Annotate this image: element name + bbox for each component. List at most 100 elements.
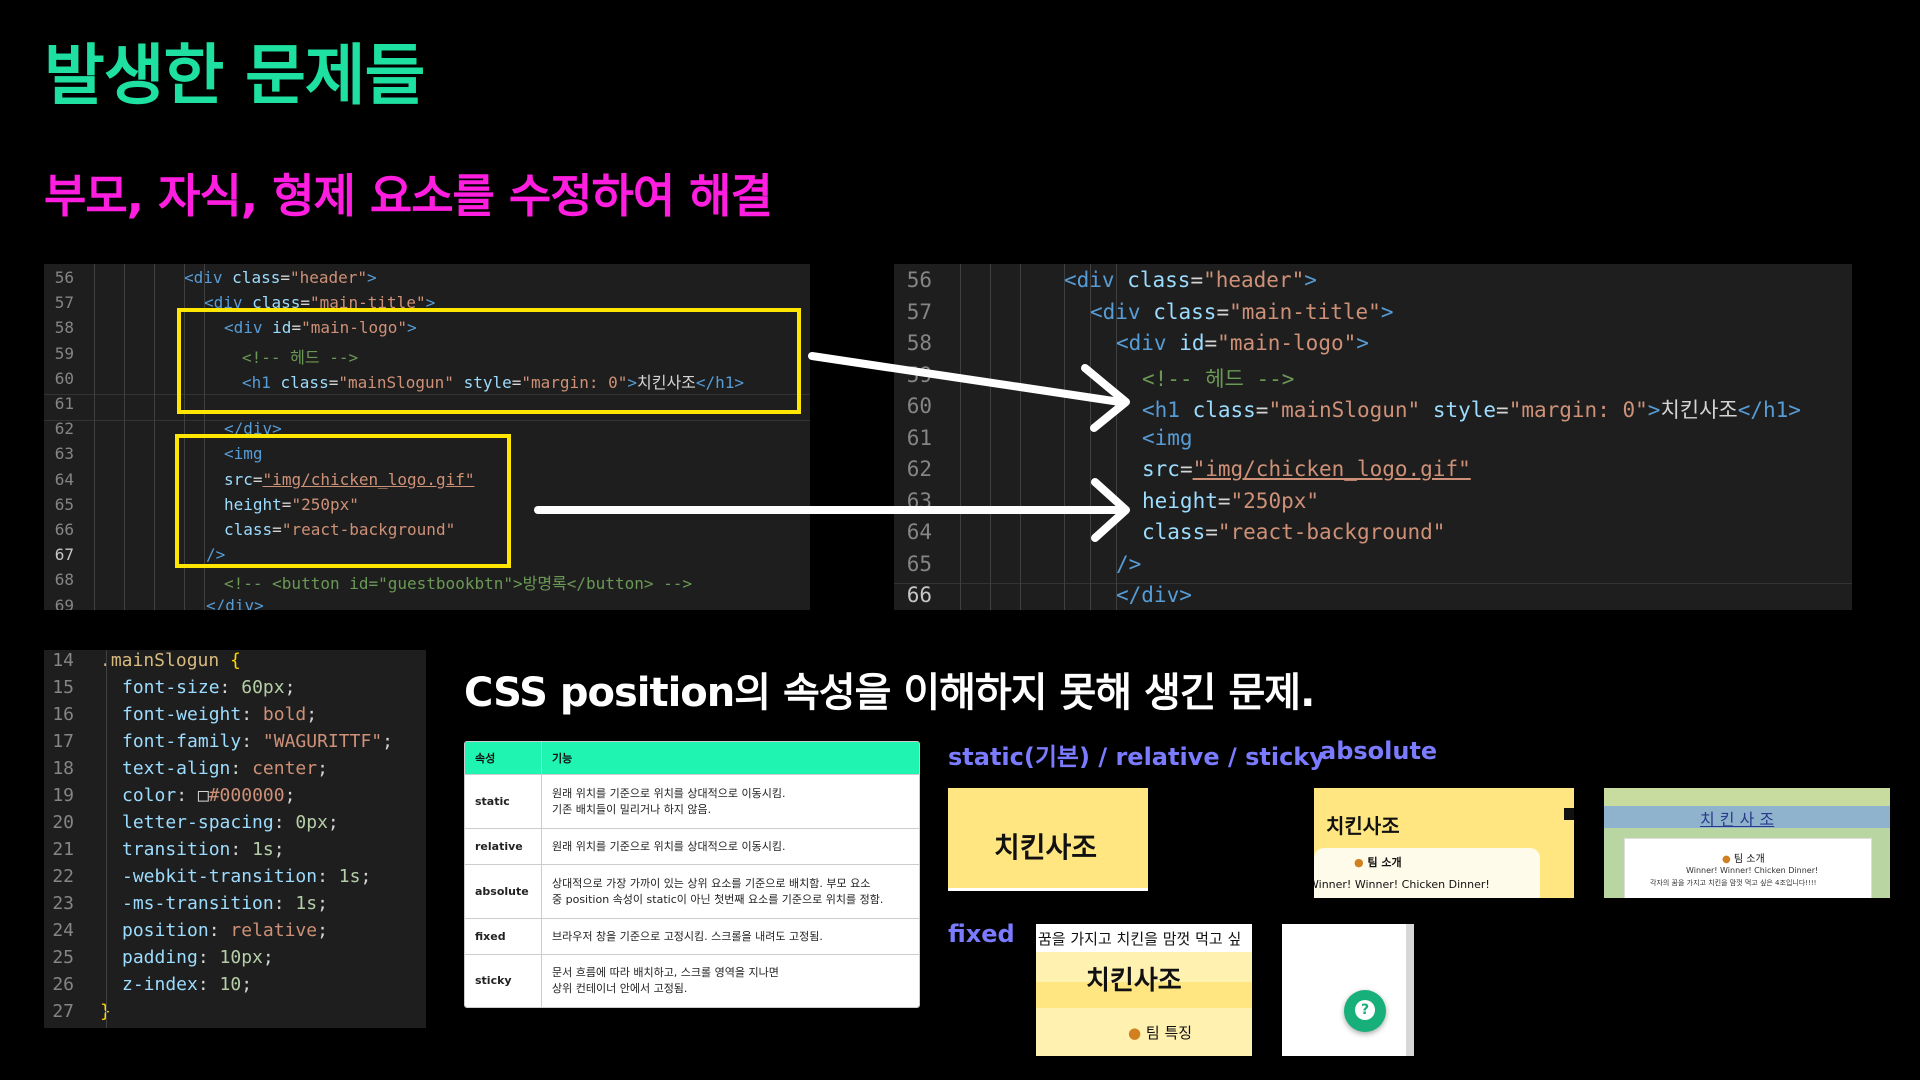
code-token: #000000: [208, 785, 285, 806]
line-number: 14: [52, 650, 74, 671]
line-number: 17: [52, 731, 74, 752]
abs1-black-square: [1564, 808, 1574, 820]
fixed-team-text: 팀 특징: [1145, 1024, 1193, 1042]
fixed-marquee: 꿈을 가지고 치킨을 맘껏 먹고 싶: [1038, 930, 1242, 948]
code-token: "WAGURITTF": [262, 731, 383, 752]
code-line: position: relative;: [122, 920, 328, 941]
code-token: ;: [284, 677, 296, 698]
arrow-right-icon: [534, 478, 1130, 542]
line-number: 27: [52, 1001, 74, 1022]
position-description: 상대적으로 가장 가까이 있는 상위 요소를 기준으로 배치함. 부모 요소중 …: [541, 864, 919, 919]
line-number: 22: [52, 866, 74, 887]
code-token: :: [241, 731, 263, 752]
position-keyword: static: [465, 774, 542, 829]
absolute-screenshot-2: 치 킨 사 조 ● 팀 소개 Winner! Winner! Chicken D…: [1604, 788, 1890, 898]
code-line: -ms-transition: 1s;: [122, 893, 328, 914]
code-token: 1s: [252, 839, 274, 860]
code-token: ;: [317, 920, 328, 941]
table-row: absolute 상대적으로 가장 가까이 있는 상위 요소를 기준으로 배치함.…: [465, 864, 919, 919]
position-table-wrap: 속성 기능 static 원래 위치를 기준으로 위치를 상대적으로 이동시킴. 기…: [464, 741, 920, 1008]
code-token: :: [317, 866, 339, 887]
code-token: font-family: [122, 731, 242, 752]
chicken-icon: ●: [1354, 856, 1364, 869]
position-keyword: relative: [465, 828, 542, 865]
description-line: 브라우저 창을 기준으로 고정시킴. 스크롤을 내려도 고정됨.: [552, 929, 823, 943]
code-token: :: [230, 839, 253, 860]
code-token: □: [197, 785, 209, 806]
code-token: 1s: [295, 893, 318, 914]
code-token: :: [241, 704, 263, 725]
description-line: 중 position 속성이 static이 아닌 첫번째 요소를 기준으로 위…: [552, 892, 884, 906]
code-token: 60px: [241, 677, 285, 698]
position-description: 원래 위치를 기준으로 위치를 상대적으로 이동시킴. 기존 배치들이 밀리거나 …: [541, 774, 919, 829]
code-token: :: [273, 893, 296, 914]
code-token: 10px: [219, 947, 263, 968]
code-line: z-index: 10;: [122, 974, 252, 995]
abs2-team-text: 팀 소개: [1733, 854, 1765, 865]
code-token: bold: [262, 704, 307, 725]
line-number: 20: [52, 812, 74, 833]
code-line: transition: 1s;: [122, 839, 285, 860]
code-line: .mainSlogun {: [100, 650, 241, 671]
abs2-slogan: Winner! Winner! Chicken Dinner!: [1686, 866, 1819, 875]
code-token: 0px: [295, 812, 328, 833]
code-line: text-align: center;: [122, 758, 328, 779]
absolute-screenshot-1: 치킨사조 ● 팀 소개 Winner! Winner! Chicken Dinn…: [1314, 788, 1574, 898]
line-number: 18: [52, 758, 74, 779]
abs2-desc: 각자의 꿈을 가지고 치킨을 맘껏 먹고 싶은 4조입니다!!!!: [1650, 879, 1817, 887]
code-token: ;: [241, 974, 253, 995]
static-screenshot: 치킨사조: [948, 788, 1148, 891]
code-token: ;: [273, 839, 285, 860]
indent-guide: [106, 650, 107, 1028]
code-token: font-size: [122, 677, 220, 698]
code-line: padding: 10px;: [122, 947, 274, 968]
line-number: 25: [52, 947, 74, 968]
code-token: -ms-transition: [122, 893, 274, 914]
help-chat-button[interactable]: ?: [1344, 990, 1386, 1032]
description-line: 기존 배치들이 밀리거나 하지 않음.: [552, 802, 712, 816]
abs1-team-label: ● 팀 소개: [1354, 854, 1402, 870]
line-number: 21: [52, 839, 74, 860]
code-token: :: [176, 785, 198, 806]
fixed-screenshot-1: 꿈을 가지고 치킨을 맘껏 먹고 싶 치킨사조 ● 팀 특징: [1036, 924, 1252, 1056]
code-token: ;: [317, 758, 328, 779]
code-token: ;: [327, 812, 339, 833]
code-token: z-index: [122, 974, 198, 995]
code-line: letter-spacing: 0px;: [122, 812, 339, 833]
code-token: 10: [219, 974, 242, 995]
description-line: 원래 위치를 기준으로 위치를 상대적으로 이동시킴.: [552, 786, 786, 800]
line-number: 24: [52, 920, 74, 941]
table-row: fixed 브라우저 창을 기준으로 고정시킴. 스크롤을 내려도 고정됨.: [465, 918, 919, 955]
position-description: 문서 흐름에 따라 배치하고, 스크롤 영역을 지나면 상위 컨테이너 안에서 고…: [541, 954, 919, 1007]
css-editor: 14 .mainSlogun { 15 font-size: 60px; 16 font-…: [44, 650, 426, 1028]
abs2-team-label: ● 팀 소개: [1722, 850, 1765, 865]
label-static-relative-sticky: static(기본) / relative / sticky: [948, 743, 1325, 771]
table-row: sticky 문서 흐름에 따라 배치하고, 스크롤 영역을 지나면 상위 컨테이너…: [465, 954, 919, 1007]
code-token: center: [252, 758, 318, 779]
position-description: 브라우저 창을 기준으로 고정시킴. 스크롤을 내려도 고정됨.: [541, 918, 919, 955]
chicken-icon: ●: [1128, 1024, 1142, 1042]
logo-watermark: [978, 800, 989, 840]
code-token: relative: [230, 920, 318, 941]
fixed-scrollbar: [1406, 924, 1414, 1056]
static-logo-text: 치킨사조: [994, 831, 1098, 864]
code-line: font-family: "WAGURITTF";: [122, 731, 393, 752]
code-token: :: [208, 920, 231, 941]
line-number: 16: [52, 704, 74, 725]
code-token: padding: [122, 947, 198, 968]
code-token: :: [219, 677, 242, 698]
code-line: -webkit-transition: 1s;: [122, 866, 371, 887]
description-line: 문서 흐름에 따라 배치하고, 스크롤 영역을 지나면: [552, 965, 779, 979]
code-token: :: [197, 947, 220, 968]
code-token: position: [122, 920, 209, 941]
table-header-desc: 기능: [541, 742, 919, 775]
line-number: 15: [52, 677, 74, 698]
position-table: 속성 기능 static 원래 위치를 기준으로 위치를 상대적으로 이동시킴. 기…: [465, 742, 919, 1007]
code-token: :: [230, 758, 253, 779]
code-line: font-size: 60px;: [122, 677, 295, 698]
description-line: 원래 위치를 기준으로 위치를 상대적으로 이동시킴.: [552, 839, 786, 853]
abs1-team-text: 팀 소개: [1367, 856, 1402, 869]
table-header-key: 속성: [465, 742, 542, 775]
fixed-screenshot-2: ?: [1282, 924, 1414, 1056]
description-line: 상대적으로 가장 가까이 있는 상위 요소를 기준으로 배치함. 부모 요소: [552, 876, 871, 890]
